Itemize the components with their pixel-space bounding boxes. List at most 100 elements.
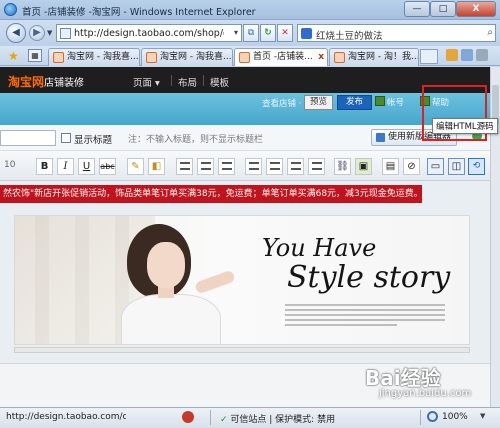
compatibility-view-icon[interactable]: ⧉: [243, 24, 259, 42]
editor-icon: [376, 133, 385, 142]
nav-template[interactable]: 模板: [210, 75, 229, 89]
show-title-checkbox[interactable]: [61, 133, 71, 143]
address-toolbar: ◀ ▶ ▼ http://design.taobao.com/shop/c ▾ …: [0, 20, 500, 46]
publish-button[interactable]: 发布: [337, 95, 373, 110]
window-titlebar: 首页 -店铺装修 -淘宝网 - Windows Internet Explore…: [0, 0, 500, 20]
home-icon[interactable]: [446, 49, 458, 61]
account-icon: [375, 96, 385, 106]
insert-module-icon[interactable]: ▭: [427, 158, 444, 175]
page-icon: [60, 28, 71, 39]
editor-toolbar: 10 B I U abc ✎ ◧ ⛓ ▣ ▤ ⊘ ▭ ◫ ⟲: [0, 151, 490, 181]
zoom-icon[interactable]: [427, 411, 438, 422]
window-title: 首页 -店铺装修 -淘宝网 - Windows Internet Explore…: [22, 7, 256, 18]
nav-pages[interactable]: 页面 ▾: [133, 75, 160, 89]
tools-icon[interactable]: [476, 49, 488, 61]
search-provider-icon: [301, 28, 312, 39]
indent-icon[interactable]: [308, 158, 325, 175]
account-menu[interactable]: 帐号: [375, 96, 404, 108]
tab-label: 淘宝网 - 淘我喜...: [67, 52, 139, 62]
align-center-icon[interactable]: [197, 158, 214, 175]
feeds-icon[interactable]: [461, 49, 473, 61]
banner-headline-1: You Have: [262, 234, 377, 262]
italic-button[interactable]: I: [57, 158, 74, 175]
forward-button[interactable]: ▶: [29, 25, 45, 41]
strikethrough-button[interactable]: abc: [99, 158, 116, 175]
refresh-icon[interactable]: ↻: [260, 24, 276, 42]
search-icon[interactable]: ⌕: [487, 27, 493, 38]
baidu-jingyan-watermark: Bai经验 jingyan.baidu.com: [365, 362, 495, 406]
status-divider: [420, 410, 421, 425]
new-tab-button[interactable]: [420, 49, 438, 64]
table-icon[interactable]: ▤: [382, 158, 399, 175]
preview-button[interactable]: 预览: [304, 95, 334, 110]
align-left-icon[interactable]: [176, 158, 193, 175]
command-bar: [446, 49, 496, 64]
bold-button[interactable]: B: [36, 158, 53, 175]
minimize-button[interactable]: —: [404, 1, 430, 17]
address-bar[interactable]: http://design.taobao.com/shop/c ▾: [56, 24, 242, 42]
popup-blocker-icon[interactable]: [182, 411, 194, 423]
zoom-dropdown-icon[interactable]: ▼: [480, 412, 485, 420]
underline-button[interactable]: U: [78, 158, 95, 175]
banner-headline-2: Style story: [287, 260, 451, 295]
nav-layout[interactable]: 布局: [178, 75, 197, 89]
site-logo[interactable]: 淘宝网店铺装修: [8, 73, 84, 90]
status-url: http://design.taobao.com/co: [6, 412, 126, 422]
back-button[interactable]: ◀: [6, 23, 26, 43]
nav-divider: [171, 75, 172, 86]
background-color-icon[interactable]: ◧: [148, 158, 165, 175]
flash-icon[interactable]: ⊘: [403, 158, 420, 175]
edit-html-tooltip: 编辑HTML源码: [432, 118, 498, 134]
outdent-icon[interactable]: [287, 158, 304, 175]
site-top-nav: 淘宝网店铺装修 页面 ▾ 布局 模板: [0, 67, 490, 93]
link-icon[interactable]: ⛓: [334, 158, 351, 175]
watermark-domain: jingyan.baidu.com: [379, 388, 472, 399]
status-divider: [210, 410, 211, 425]
search-box[interactable]: 红烧土豆的做法 ⌕: [297, 24, 496, 42]
module-title-input[interactable]: [0, 130, 56, 146]
image-icon[interactable]: ▣: [355, 158, 372, 175]
taobao-tab-icon: [146, 52, 157, 63]
baidu-logo: Bai经验: [365, 366, 441, 390]
tab-label: 淘宝网 - 淘我喜...: [160, 52, 232, 62]
status-bar: http://design.taobao.com/co ✓ 可信站点 | 保护模…: [0, 407, 500, 428]
title-settings-row: 显示标题 注：不输入标题，则不显示标题栏 使用新版编辑器: [0, 125, 490, 151]
font-size-select[interactable]: 10: [4, 160, 15, 170]
ie-logo-icon: [4, 3, 17, 16]
quick-tabs-icon[interactable]: ▦: [28, 49, 42, 62]
page-content: 淘宝网店铺装修 页面 ▾ 布局 模板 查看店铺 · 江原 预览 发布 帐号 帮助…: [0, 67, 490, 407]
show-title-label: 显示标题: [74, 135, 113, 146]
tab-label: 首页 -店铺装...: [253, 52, 313, 62]
ordered-list-icon[interactable]: [245, 158, 262, 175]
align-right-icon[interactable]: [218, 158, 235, 175]
address-dropdown-icon[interactable]: ▾: [234, 28, 238, 37]
favorites-star-icon[interactable]: ★: [8, 49, 19, 63]
promo-text-line: 然农饰"新店开张促销活动，饰品类单笔订单买满38元，免运费；单笔订单买满68元，…: [0, 185, 422, 203]
text-color-icon[interactable]: ✎: [127, 158, 144, 175]
nav-divider: [203, 75, 204, 86]
shop-banner-image: You Have Style story: [14, 215, 470, 345]
title-hint: 注：不输入标题，则不显示标题栏: [128, 135, 264, 145]
zoom-level[interactable]: 100%: [442, 412, 468, 422]
edit-html-source-icon[interactable]: ⟲: [468, 158, 485, 175]
taobao-tab-icon: [53, 52, 64, 63]
history-dropdown-icon[interactable]: ▼: [47, 29, 52, 37]
close-tab-icon[interactable]: x: [318, 49, 324, 65]
tab-3-active[interactable]: 首页 -店铺装... x: [234, 48, 328, 66]
tab-2[interactable]: 淘宝网 - 淘我喜...: [141, 48, 233, 66]
close-button[interactable]: X: [456, 1, 496, 17]
editor-horizontal-scrollbar[interactable]: [14, 347, 470, 353]
tab-4[interactable]: 淘宝网 - 淘！我...: [329, 48, 419, 66]
stop-icon[interactable]: ✕: [277, 24, 293, 42]
security-zone[interactable]: ✓ 可信站点 | 保护模式: 禁用: [220, 412, 335, 425]
preview-code-icon[interactable]: ◫: [448, 158, 465, 175]
address-url[interactable]: http://design.taobao.com/shop/c: [74, 28, 224, 39]
tab-1[interactable]: 淘宝网 - 淘我喜...: [48, 48, 140, 66]
tab-label: 淘宝网 - 淘！我...: [348, 52, 419, 62]
taobao-tab-icon: [239, 52, 250, 63]
unordered-list-icon[interactable]: [266, 158, 283, 175]
banner-fine-print: [285, 304, 445, 329]
maximize-button[interactable]: □: [430, 1, 456, 17]
tab-bar: ★ ▦ 淘宝网 - 淘我喜... 淘宝网 - 淘我喜... 首页 -店铺装...…: [0, 46, 500, 66]
search-input[interactable]: 红烧土豆的做法: [316, 28, 383, 42]
